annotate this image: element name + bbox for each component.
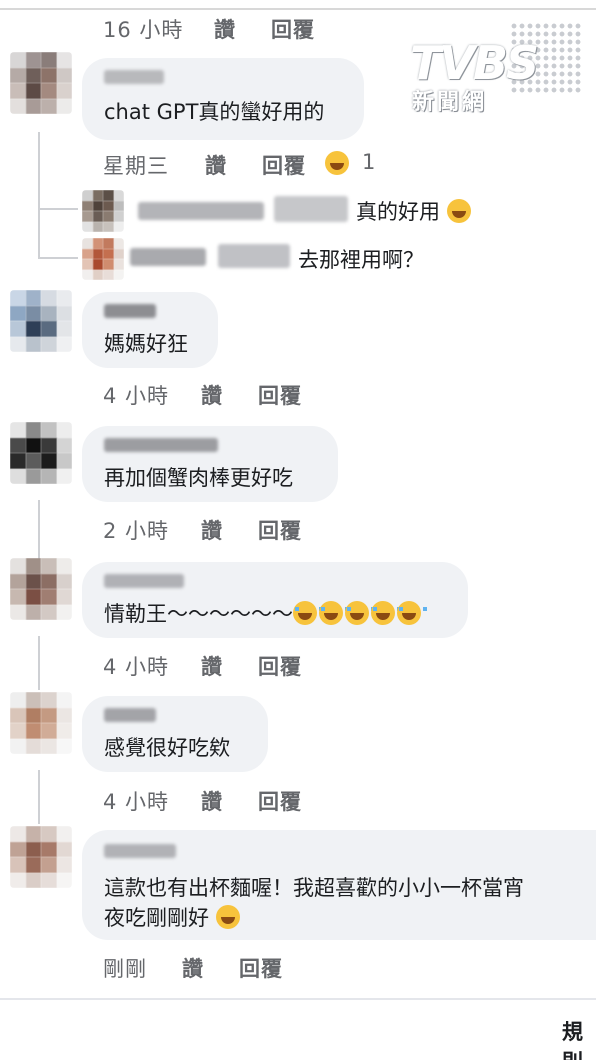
mention-blurred[interactable] — [274, 196, 348, 222]
thread-line — [38, 132, 40, 258]
rofl-emoji-icon — [446, 199, 471, 223]
commenter-name-blurred[interactable] — [104, 574, 184, 588]
haha-reaction-icon[interactable] — [325, 151, 349, 175]
comment-timestamp: 剛剛 — [103, 957, 147, 981]
commenter-name-blurred[interactable] — [104, 844, 176, 858]
comment-bubble: 再加個蟹肉棒更好吃 — [82, 426, 338, 502]
reply-button[interactable]: 回覆 — [258, 380, 302, 410]
thread-line — [38, 770, 40, 824]
avatar[interactable] — [10, 558, 72, 620]
crying-laughing-emoji-icon — [371, 601, 401, 625]
reply-button[interactable]: 回覆 — [262, 150, 306, 180]
like-button[interactable]: 讚 — [205, 150, 227, 180]
avatar[interactable] — [82, 190, 124, 232]
comment-text: 情勒王～～～～～～ — [104, 598, 427, 628]
reply-text: 去那裡用啊？ — [298, 248, 424, 272]
replier-name-blurred[interactable] — [130, 248, 206, 266]
comment-text-line-2: 夜吃剛剛好 — [104, 902, 242, 932]
crying-laughing-emoji-icon — [293, 601, 323, 625]
comment-timestamp: 2 小時 — [103, 519, 170, 543]
avatar[interactable] — [10, 290, 72, 352]
rules-link[interactable]: 規則 — [562, 1016, 596, 1060]
commenter-name-blurred[interactable] — [104, 438, 218, 452]
avatar[interactable] — [10, 422, 72, 484]
reply-text: 真的好用 — [356, 196, 473, 226]
comment-bubble: 情勒王～～～～～～ — [82, 562, 468, 638]
crying-laughing-emoji-icon — [397, 601, 427, 625]
avatar[interactable] — [82, 238, 124, 280]
reply-button[interactable]: 回覆 — [258, 515, 302, 545]
replier-name-blurred[interactable] — [138, 202, 264, 220]
like-button[interactable]: 讚 — [201, 786, 223, 816]
crying-laughing-emoji-icon — [345, 601, 375, 625]
comment-text-line-1: 這款也有出杯麵喔！我超喜歡的小小一杯當宵 — [104, 876, 524, 900]
comment-timestamp: 4 小時 — [103, 384, 170, 408]
thread-line — [38, 257, 78, 259]
watermark-brand: TVBS — [410, 36, 539, 90]
like-button[interactable]: 讚 — [214, 14, 236, 44]
comment-timestamp: 星期三 — [103, 154, 169, 178]
avatar[interactable] — [10, 52, 72, 114]
avatar[interactable] — [10, 692, 72, 754]
commenter-name-blurred[interactable] — [104, 708, 156, 722]
reaction-count: 1 — [362, 150, 377, 174]
comment-timestamp: 4 小時 — [103, 655, 170, 679]
thread-line — [38, 208, 78, 210]
comment-text: 再加個蟹肉棒更好吃 — [104, 466, 293, 490]
comment-bubble: chat GPT真的蠻好用的 — [82, 58, 364, 140]
comment-bubble: 這款也有出杯麵喔！我超喜歡的小小一杯當宵 夜吃剛剛好 — [82, 830, 596, 940]
comment-text: chat GPT真的蠻好用的 — [104, 100, 325, 124]
comment-timestamp: 16 小時 — [103, 18, 184, 42]
comment-bubble: 媽媽好狂 — [82, 292, 218, 368]
like-button[interactable]: 讚 — [201, 515, 223, 545]
like-button[interactable]: 讚 — [182, 953, 204, 983]
crying-laughing-emoji-icon — [319, 601, 349, 625]
thread-line — [38, 636, 40, 690]
drooling-face-emoji-icon — [215, 905, 240, 929]
commenter-name-blurred[interactable] — [104, 70, 164, 84]
top-divider — [0, 8, 596, 10]
comment-text: 媽媽好狂 — [104, 332, 188, 356]
bottom-divider — [0, 998, 596, 1000]
mention-blurred[interactable] — [218, 244, 290, 268]
like-button[interactable]: 讚 — [201, 380, 223, 410]
reply-button[interactable]: 回覆 — [271, 14, 315, 44]
like-button[interactable]: 讚 — [201, 651, 223, 681]
reply-button[interactable]: 回覆 — [258, 651, 302, 681]
tvbs-watermark-logo: TVBS 新聞網 — [406, 22, 582, 115]
watermark-subtitle: 新聞網 — [412, 90, 488, 115]
reply-button[interactable]: 回覆 — [258, 786, 302, 816]
thread-line — [38, 500, 40, 560]
comment-timestamp: 4 小時 — [103, 790, 170, 814]
comment-text: 感覺很好吃欸 — [104, 736, 230, 760]
comment-bubble: 感覺很好吃欸 — [82, 696, 268, 772]
reply-button[interactable]: 回覆 — [239, 953, 283, 983]
commenter-name-blurred[interactable] — [104, 304, 156, 318]
avatar[interactable] — [10, 826, 72, 888]
